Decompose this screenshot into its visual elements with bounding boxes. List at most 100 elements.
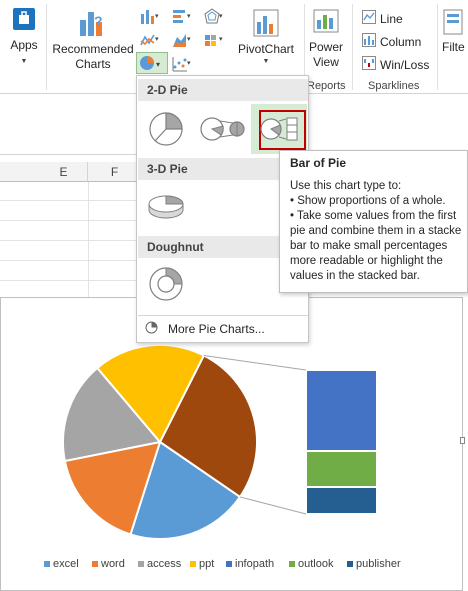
sparkline-line-button[interactable]: Line	[362, 10, 403, 27]
svg-text:▾: ▾	[187, 36, 191, 43]
svg-text:▾: ▾	[155, 13, 159, 20]
svg-text:▾: ▾	[156, 60, 160, 69]
tooltip-line: pie and combine them in a stacke	[290, 225, 462, 237]
filter-button[interactable]: Filte	[442, 8, 468, 55]
column-header-e[interactable]: E	[0, 162, 88, 182]
sparkline-line-label: Line	[380, 11, 403, 26]
pivotchart-label: PivotChart	[237, 42, 295, 56]
legend-item-word[interactable]: word	[92, 558, 125, 570]
legend-label: word	[101, 558, 125, 570]
3d-pie-option[interactable]	[143, 183, 189, 229]
tooltip-line: more readable or highlight the	[290, 255, 443, 267]
svg-text:▾: ▾	[219, 36, 223, 43]
legend-label: excel	[53, 558, 79, 570]
sparklines-group-label: Sparklines	[368, 80, 420, 92]
pie-option[interactable]	[143, 105, 189, 151]
bar-of-pie-option[interactable]	[251, 104, 307, 154]
legend-item-excel[interactable]: excel	[44, 558, 79, 570]
filter-label: Filte	[442, 40, 465, 54]
doughnut-option[interactable]	[143, 261, 189, 307]
bar-chart-icon[interactable]: ▾	[171, 8, 193, 26]
legend-swatch	[44, 561, 50, 567]
sparkline-winloss-label: Win/Loss	[380, 57, 430, 72]
column-header-e-label: E	[59, 165, 68, 179]
legend-item-access[interactable]: access	[138, 558, 181, 570]
tooltip-line: • Take some values from the first	[290, 210, 457, 222]
chart-resize-handle[interactable]	[460, 437, 465, 444]
legend-swatch	[347, 561, 353, 567]
grid-line	[88, 182, 89, 297]
sparkline-line-icon	[362, 10, 376, 27]
legend-item-infopath[interactable]: infopath	[226, 558, 274, 570]
3d-pie-option-icon	[148, 195, 184, 219]
more-pie-charts-item[interactable]: More Pie Charts...	[138, 315, 308, 341]
power-view-label-2: View	[313, 55, 339, 69]
tooltip-title: Bar of Pie	[290, 156, 347, 170]
recommended-charts-icon: ?	[78, 8, 108, 38]
pivotchart-caret-icon: ▼	[262, 58, 270, 65]
sparkline-column-label: Column	[380, 34, 422, 49]
pie-chart-icon[interactable]: ▾	[136, 52, 168, 74]
surface-chart-icon[interactable]: ▾	[203, 31, 225, 49]
reports-group-label: Reports	[307, 80, 346, 92]
power-view-icon	[312, 8, 340, 36]
legend-item-publisher[interactable]: publisher	[347, 558, 401, 570]
legend-label: publisher	[356, 558, 401, 570]
pie-option-icon	[149, 112, 183, 146]
apps-button[interactable]: Apps ▼	[8, 8, 40, 67]
ribbon-separator	[352, 4, 353, 90]
sparkline-winloss-button[interactable]: Win/Loss	[362, 56, 429, 73]
apps-caret-icon: ▼	[20, 58, 28, 65]
legend-label: outlook	[298, 558, 334, 570]
chart-legend: excel word access ppt infopath outlook publish…	[0, 556, 468, 574]
svg-text:▾: ▾	[219, 13, 223, 20]
scatter-chart-icon[interactable]: ▾	[171, 55, 193, 73]
pie-small-icon	[145, 321, 158, 337]
legend-swatch	[226, 561, 232, 567]
area-chart-icon[interactable]: ▾	[171, 31, 193, 49]
sparkline-winloss-icon	[362, 56, 376, 73]
bar-of-pie-tooltip: Bar of Pie Use this chart type to: • Sho…	[279, 150, 468, 293]
recommended-charts-label-2: Charts	[75, 57, 111, 71]
legend-label: infopath	[235, 558, 275, 570]
tooltip-line: values in the stacked bar.	[290, 270, 420, 282]
filter-icon	[442, 8, 464, 36]
bar-of-pie-option-icon	[260, 117, 298, 141]
power-view-label-1: Power	[308, 40, 343, 54]
sparkline-column-icon	[362, 33, 376, 50]
svg-text:?: ?	[94, 13, 103, 29]
recommended-charts-button[interactable]: ? Recommended Charts	[50, 8, 136, 72]
radar-chart-icon[interactable]: ▾	[203, 8, 225, 26]
svg-text:▾: ▾	[187, 60, 191, 67]
power-view-button[interactable]: Power View	[306, 8, 346, 70]
ribbon-separator	[437, 4, 438, 90]
legend-label: ppt	[199, 558, 215, 570]
sparkline-column-button[interactable]: Column	[362, 33, 421, 50]
column-header-f[interactable]: F	[88, 162, 142, 182]
legend-item-outlook[interactable]: outlook	[289, 558, 333, 570]
pivotchart-button[interactable]: PivotChart ▼	[234, 8, 298, 67]
pivotchart-icon	[251, 8, 281, 38]
legend-swatch	[92, 561, 98, 567]
more-pie-charts-label: More Pie Charts...	[168, 321, 265, 336]
ribbon-separator	[46, 4, 47, 90]
tooltip-line: • Show proportions of a whole.	[290, 195, 446, 207]
legend-item-ppt[interactable]: ppt	[190, 558, 214, 570]
svg-text:▾: ▾	[187, 13, 191, 20]
legend-swatch	[138, 561, 144, 567]
line-chart-icon[interactable]: ▾	[139, 31, 161, 49]
apps-label: Apps	[10, 38, 38, 52]
column-header-f-label: F	[110, 165, 119, 179]
svg-text:▾: ▾	[155, 36, 159, 43]
tooltip-line: Use this chart type to:	[290, 180, 402, 192]
pie-of-pie-option[interactable]	[197, 105, 245, 151]
tooltip-line: bar to make small percentages	[290, 240, 448, 252]
section-2d-pie-header: 2-D Pie	[138, 79, 308, 101]
column-chart-icon[interactable]: ▾	[139, 8, 161, 26]
legend-swatch	[190, 561, 196, 567]
legend-swatch	[289, 561, 295, 567]
pie-of-pie-option-icon	[200, 117, 245, 141]
legend-label: access	[147, 558, 182, 570]
apps-store-icon	[13, 8, 35, 30]
recommended-charts-label-1: Recommended	[52, 42, 134, 56]
